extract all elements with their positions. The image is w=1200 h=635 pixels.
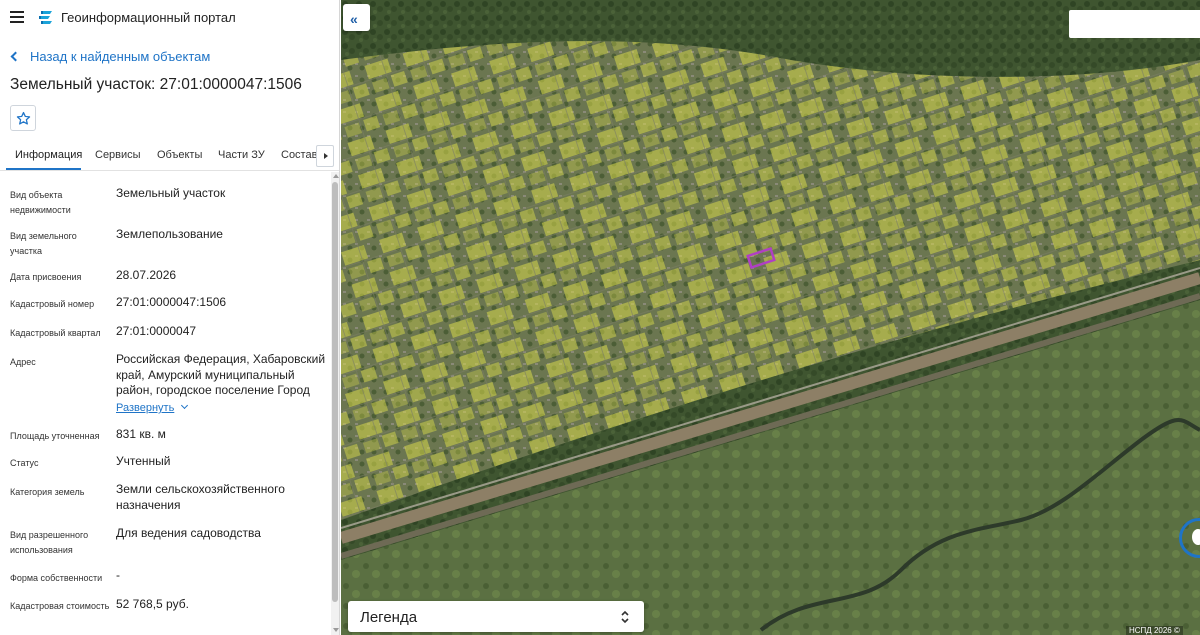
info-panel: Геоинформационный портал Назад к найденн…	[0, 0, 340, 635]
chevron-down-icon	[181, 401, 189, 410]
attr-value: Земельный участок	[116, 186, 226, 200]
attr-value: Для ведения садоводства	[116, 526, 261, 540]
map-search-input[interactable]	[1069, 10, 1200, 38]
tab-composition[interactable]: Состав	[281, 149, 317, 161]
attr-value: Земли сельскохозяйственного назначения	[116, 482, 285, 512]
attr-value: Учтенный	[116, 454, 171, 468]
panel-scrollbar[interactable]	[331, 172, 339, 635]
collapse-panel-button[interactable]: «	[343, 4, 370, 31]
attr-value: -	[116, 568, 120, 582]
attr-label: Категория земель	[10, 487, 85, 497]
attr-label: Площадь уточненная	[10, 431, 100, 441]
back-to-results-link[interactable]: Назад к найденным объектам	[10, 49, 211, 64]
attr-label: Вид земельного участка	[10, 231, 77, 256]
map-copyright: НСПД 2026 ©	[1126, 626, 1183, 635]
expand-address-link[interactable]: Развернуть	[116, 401, 189, 414]
attr-value: 52 768,5 руб.	[116, 597, 189, 611]
attr-label: Дата присвоения	[10, 272, 82, 282]
attr-value: Землепользование	[116, 227, 223, 241]
attr-value: 27:01:0000047	[116, 324, 197, 338]
attr-value: 28.07.2026	[116, 268, 177, 282]
chevron-left-icon	[10, 51, 21, 62]
attr-label: Кадастровый номер	[10, 299, 95, 309]
address-value: Российская Федерация, Хабаровский край, …	[116, 352, 326, 397]
portal-logo-icon[interactable]	[38, 9, 54, 26]
attr-value: 831 кв. м	[116, 427, 166, 441]
attr-label: Кадастровая стоимость	[10, 601, 110, 611]
expand-label: Развернуть	[116, 402, 175, 414]
attr-value: 27:01:0000047:1506	[116, 295, 227, 309]
attr-label: Форма собственности	[10, 573, 103, 583]
active-tab-indicator	[6, 168, 81, 170]
hamburger-menu-icon[interactable]	[10, 11, 24, 23]
double-chevron-left-icon: «	[350, 11, 358, 27]
attr-label: Адрес	[10, 357, 36, 367]
star-icon	[16, 111, 31, 125]
tab-objects[interactable]: Объекты	[157, 149, 202, 161]
expand-collapse-icon	[621, 610, 629, 624]
portal-title[interactable]: Геоинформационный портал	[61, 10, 236, 25]
attr-label: Статус	[10, 458, 39, 468]
attr-label: Кадастровый квартал	[10, 328, 101, 338]
satellite-imagery	[341, 0, 1200, 635]
parcel-title: Земельный участок: 27:01:0000047:1506	[10, 76, 302, 93]
tab-bar: Информация Сервисы Объекты Части ЗУ Сост…	[0, 141, 339, 171]
attr-label: Вид объекта недвижимости	[10, 190, 71, 215]
tab-services[interactable]: Сервисы	[95, 149, 141, 161]
scrollbar-thumb[interactable]	[332, 182, 338, 602]
tab-parcel-parts[interactable]: Части ЗУ	[218, 149, 265, 161]
favorite-button[interactable]	[10, 105, 36, 131]
tab-information[interactable]: Информация	[15, 149, 82, 161]
tab-scroll-right-button[interactable]	[316, 145, 334, 167]
scroll-down-arrow-icon[interactable]	[333, 628, 339, 632]
attr-label: Вид разрешенного использования	[10, 530, 89, 555]
legend-label: Легенда	[360, 609, 418, 626]
scroll-up-arrow-icon[interactable]	[333, 174, 339, 178]
top-bar: Геоинформационный портал	[0, 0, 339, 36]
map-view[interactable]: « Легенда НСПД 2026 ©	[341, 0, 1200, 635]
back-link-label: Назад к найденным объектам	[30, 49, 211, 64]
legend-dropdown[interactable]: Легенда	[348, 601, 644, 632]
